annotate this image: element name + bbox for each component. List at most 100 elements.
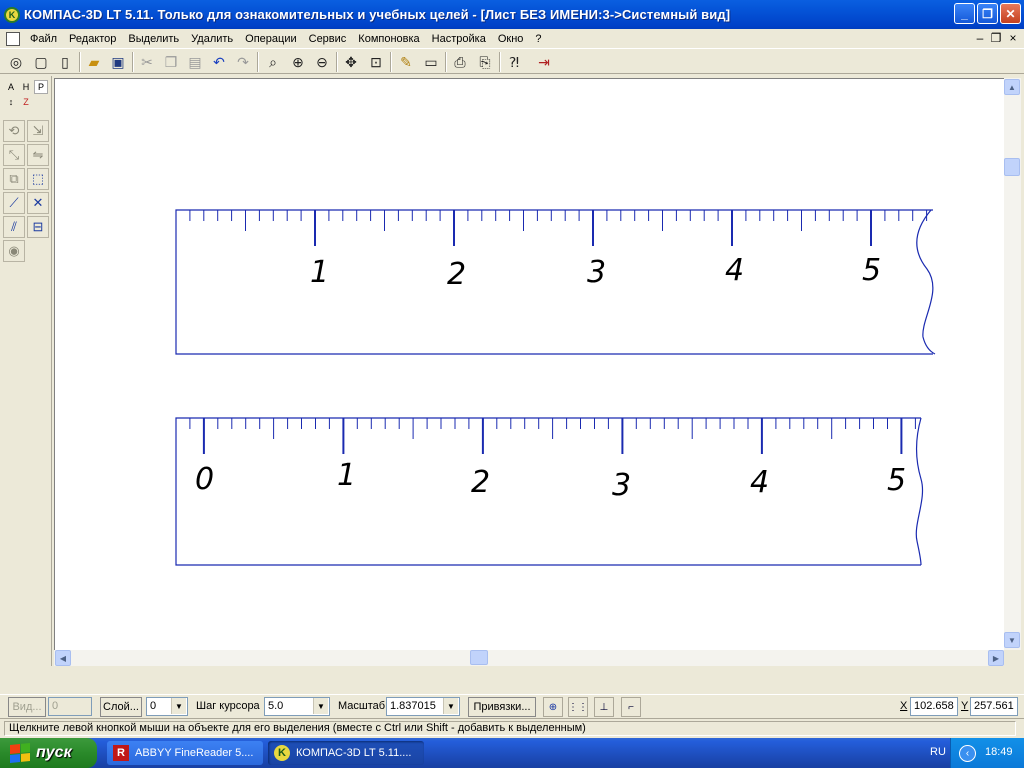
start-button[interactable]: пуск [0, 738, 97, 768]
hatch-icon[interactable]: ⫽ [3, 216, 25, 238]
menu-editor[interactable]: Редактор [63, 33, 122, 45]
fragment-icon[interactable]: ▢ [30, 51, 52, 73]
panel-tab-arrow[interactable]: ↕ [4, 95, 18, 109]
exit-icon[interactable]: ⇥ [533, 51, 555, 73]
grid-icon[interactable]: ⋮⋮ [568, 697, 588, 717]
kompas-app-icon[interactable]: K [4, 6, 20, 23]
vertical-scrollbar[interactable]: ▲ ▼ [1004, 78, 1021, 650]
cut-icon[interactable]: ✂ [136, 51, 158, 73]
step-dropdown-icon[interactable]: ▼ [313, 698, 328, 714]
ruler-bottom-label-3: 3 [612, 468, 631, 503]
scroll-left-icon[interactable]: ◀ [55, 650, 71, 666]
menu-select[interactable]: Выделить [122, 33, 185, 45]
x-coordinate-field[interactable]: 102.658 [910, 697, 958, 716]
menu-window[interactable]: Окно [492, 33, 530, 45]
ruler-top-label-5: 5 [862, 253, 881, 288]
language-indicator[interactable]: RU [930, 746, 946, 758]
scroll-up-icon[interactable]: ▲ [1004, 79, 1020, 95]
zoom-all-icon[interactable]: ⊡ [365, 51, 387, 73]
ortho-icon[interactable]: ⌐ [621, 697, 641, 717]
print-preview-icon[interactable]: ⎙ [449, 51, 471, 73]
snap-button[interactable]: Привязки... [468, 697, 536, 717]
view-select[interactable]: 0 [48, 697, 92, 716]
sheet-icon[interactable]: ▭ [420, 51, 442, 73]
maximize-button[interactable]: ❐ [977, 3, 998, 24]
menu-delete[interactable]: Удалить [185, 33, 239, 45]
save-icon[interactable]: ▣ [107, 51, 129, 73]
ruler-bottom-label-2: 2 [471, 465, 490, 500]
panel-tab-h[interactable]: H [19, 80, 33, 94]
main-toolbar: ◎ ▢ ▯ ▰ ▣ ✂ ❐ ▤ ↶ ↷ ⌕ ⊕ ⊖ ✥ ⊡ ✎ ▭ ⎙ ⎘ ⁈ … [0, 48, 1024, 74]
print-icon[interactable]: ⎘ [474, 51, 496, 73]
menu-operations[interactable]: Операции [239, 33, 302, 45]
split-icon[interactable]: ⟋ [3, 192, 25, 214]
move-icon[interactable]: ⇲ [27, 120, 49, 142]
panel-tab-a[interactable]: A [4, 80, 18, 94]
menu-file[interactable]: Файл [24, 33, 63, 45]
drawing-icon[interactable]: ◎ [5, 51, 27, 73]
mdi-restore-button[interactable]: ❐ [988, 31, 1004, 45]
task-finereader[interactable]: R ABBYY FineReader 5.... [107, 741, 263, 765]
step-label: Шаг курсора [196, 700, 260, 712]
layer-button[interactable]: Слой... [100, 697, 142, 717]
property-bar: Вид... 0 Слой... 0 ▼ Шаг курсора 5.0 ▼ М… [0, 694, 1024, 718]
document-icon[interactable] [6, 31, 20, 46]
x-value: 102.658 [914, 700, 954, 712]
help-icon[interactable]: ⁈ [503, 51, 525, 73]
pan-icon[interactable]: ✥ [340, 51, 362, 73]
scale-dropdown-icon[interactable]: ▼ [443, 698, 458, 714]
scroll-right-icon[interactable]: ▶ [988, 650, 1004, 666]
copy-icon[interactable]: ❐ [160, 51, 182, 73]
pencil-icon[interactable]: ✎ [395, 51, 417, 73]
mdi-close-button[interactable]: × [1005, 31, 1021, 45]
x-label: X [900, 700, 908, 712]
panel-tab-p[interactable]: P [34, 80, 48, 94]
task-kompas-label: КОМПАС-3D LT 5.11.... [296, 747, 412, 759]
zoom-in-icon[interactable]: ⊕ [287, 51, 309, 73]
menu-layout[interactable]: Компоновка [352, 33, 425, 45]
copy-objects-icon[interactable]: ⧉ [3, 168, 25, 190]
clip-icon[interactable]: ⊟ [27, 216, 49, 238]
horizontal-scrollbar[interactable]: ◀ ▶ [54, 650, 1004, 666]
tray-expand-icon[interactable]: ‹ [959, 745, 976, 762]
redo-icon[interactable]: ↷ [232, 51, 254, 73]
menu-settings[interactable]: Настройка [426, 33, 492, 45]
minimize-button[interactable]: _ [954, 3, 975, 24]
trim-icon[interactable]: ✕ [27, 192, 49, 214]
view-button[interactable]: Вид... [8, 697, 46, 717]
local-snap-icon[interactable]: ⊕ [543, 697, 563, 717]
zoom-out-icon[interactable]: ⊖ [311, 51, 333, 73]
ruler-bottom-label-0: 0 [195, 462, 214, 497]
clock: 18:49 [985, 746, 1013, 758]
drawing-canvas[interactable]: 1 2 3 4 5 0 1 2 3 4 5 [54, 78, 1004, 650]
zoom-icon[interactable]: ⌕ [262, 51, 284, 73]
mirror-icon[interactable]: ⇋ [27, 144, 49, 166]
y-coordinate-field[interactable]: 257.561 [970, 697, 1018, 716]
local-cs-icon[interactable]: ⊥ [594, 697, 614, 717]
vertical-scroll-thumb[interactable] [1004, 158, 1020, 176]
deform-icon[interactable]: ⬚ [27, 168, 49, 190]
horizontal-scroll-thumb[interactable] [470, 650, 488, 665]
task-kompas[interactable]: K КОМПАС-3D LT 5.11.... [268, 741, 424, 765]
new-icon[interactable]: ▯ [54, 51, 76, 73]
menu-help[interactable]: ? [529, 33, 547, 45]
rotate-icon[interactable]: ⟲ [3, 120, 25, 142]
scroll-down-icon[interactable]: ▼ [1004, 632, 1020, 648]
panel-tab-z[interactable]: Z [19, 95, 33, 109]
ruler-top-outline [175, 209, 933, 355]
explode-icon[interactable]: ◉ [3, 240, 25, 262]
paste-icon[interactable]: ▤ [184, 51, 206, 73]
layer-dropdown-icon[interactable]: ▼ [171, 698, 186, 714]
scale-label: Масштаб [338, 700, 386, 712]
title-bar[interactable]: K КОМПАС-3D LT 5.11. Только для ознакоми… [0, 0, 1024, 29]
ruler-top-label-2: 2 [447, 257, 466, 292]
scale-icon[interactable]: ⤡ [3, 144, 25, 166]
open-icon[interactable]: ▰ [83, 51, 105, 73]
window-title: КОМПАС-3D LT 5.11. Только для ознакомите… [24, 7, 731, 22]
ruler-top-label-4: 4 [725, 253, 744, 288]
undo-icon[interactable]: ↶ [208, 51, 230, 73]
close-button[interactable]: ✕ [1000, 3, 1021, 24]
menu-service[interactable]: Сервис [303, 33, 353, 45]
mdi-minimize-button[interactable]: – [972, 31, 988, 45]
y-value: 257.561 [974, 700, 1014, 712]
